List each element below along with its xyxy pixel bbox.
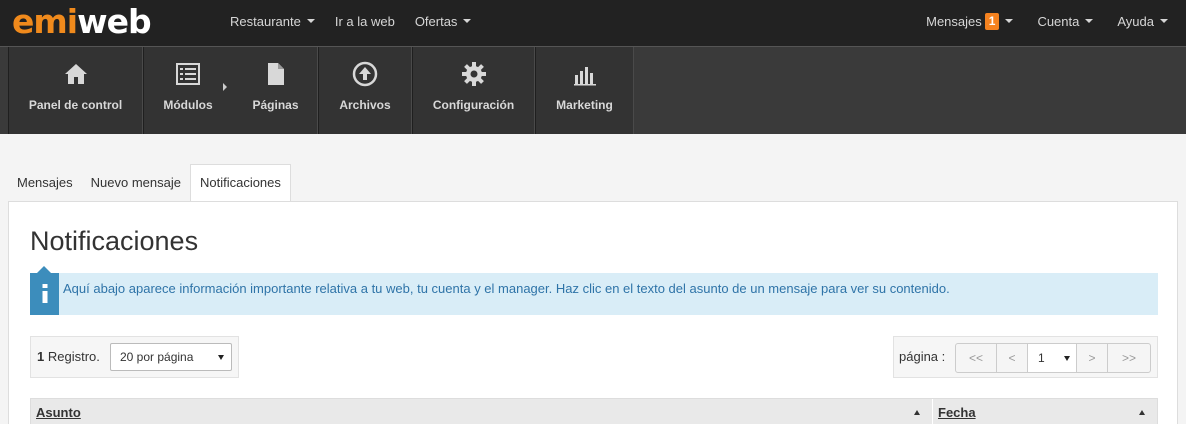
pagination-label: página : [899,349,946,364]
nav-restaurante[interactable]: Restaurante [230,14,315,29]
home-icon [9,61,142,87]
column-asunto[interactable]: Asunto [36,399,81,424]
tab-mensajes[interactable]: Mensajes [8,164,82,201]
tab-nuevo-mensaje[interactable]: Nuevo mensaje [82,164,190,201]
records-label: Registro. [47,349,100,364]
info-text: Aquí abajo aparece información important… [63,281,950,296]
column-fecha[interactable]: Fecha [938,399,976,424]
table-header: Asunto Fecha [30,398,1158,424]
caret-down-icon [1064,356,1070,361]
caret-down-icon [463,19,472,23]
records-count: 1 [37,349,45,364]
sort-asc-icon[interactable] [914,410,920,415]
content-panel: Notificaciones Aquí abajo aparece inform… [8,201,1178,424]
top-nav-left: Restaurante Ir a la web Ofertas [230,0,491,42]
per-page-select[interactable]: 20 por página [110,343,232,371]
toolbar-modulos[interactable]: Módulos [144,47,232,134]
nav-cuenta[interactable]: Cuenta [1037,14,1094,29]
last-page-button[interactable]: >> [1107,343,1151,373]
nav-ir-a-la-web[interactable]: Ir a la web [335,14,395,29]
prev-page-button[interactable]: < [996,343,1028,373]
toolbar-archivos[interactable]: Archivos [318,47,412,134]
upload-icon [319,61,411,87]
caret-down-icon [218,355,224,360]
nav-mensajes[interactable]: Mensajes 1 [926,12,1014,30]
logo[interactable]: emiweb [12,4,152,40]
page-icon [232,61,319,87]
toolbar-panel-de-control[interactable]: Panel de control [8,47,143,134]
tab-bar: Mensajes Nuevo mensaje Notificaciones [8,164,291,202]
pagination: página : << < 1 > >> [893,336,1158,378]
toolbar-paginas[interactable]: Páginas [232,47,319,134]
caret-down-icon [1005,19,1014,23]
gear-icon [413,61,534,87]
sort-asc-icon[interactable] [1139,410,1145,415]
first-page-button[interactable]: << [955,343,997,373]
records-box: 1 Registro. 20 por página [30,336,239,378]
page-title: Notificaciones [30,226,199,256]
toolbar-marketing[interactable]: Marketing [535,47,634,134]
info-alert: Aquí abajo aparece información important… [30,266,1158,315]
messages-count-badge: 1 [984,12,1000,30]
top-nav-right: Mensajes 1 Cuenta Ayuda [902,0,1168,42]
next-page-button[interactable]: > [1076,343,1108,373]
page-select[interactable]: 1 [1027,343,1077,373]
caret-down-icon [1160,19,1168,23]
info-icon [30,266,59,315]
toolbar-modulos-paginas: Módulos Páginas [143,47,318,134]
top-bar: emiweb Restaurante Ir a la web Ofertas M… [0,0,1186,46]
toolbar-configuracion[interactable]: Configuración [412,47,535,134]
submenu-arrow-icon [223,83,227,91]
main-toolbar: Panel de control Módulos Páginas Archivo… [0,46,1186,134]
nav-ayuda[interactable]: Ayuda [1117,14,1168,29]
list-icon [144,61,232,87]
tab-notificaciones[interactable]: Notificaciones [189,164,291,202]
bar-chart-icon [536,61,633,87]
caret-down-icon [306,19,315,23]
nav-ofertas[interactable]: Ofertas [415,14,472,29]
caret-down-icon [1085,19,1094,23]
